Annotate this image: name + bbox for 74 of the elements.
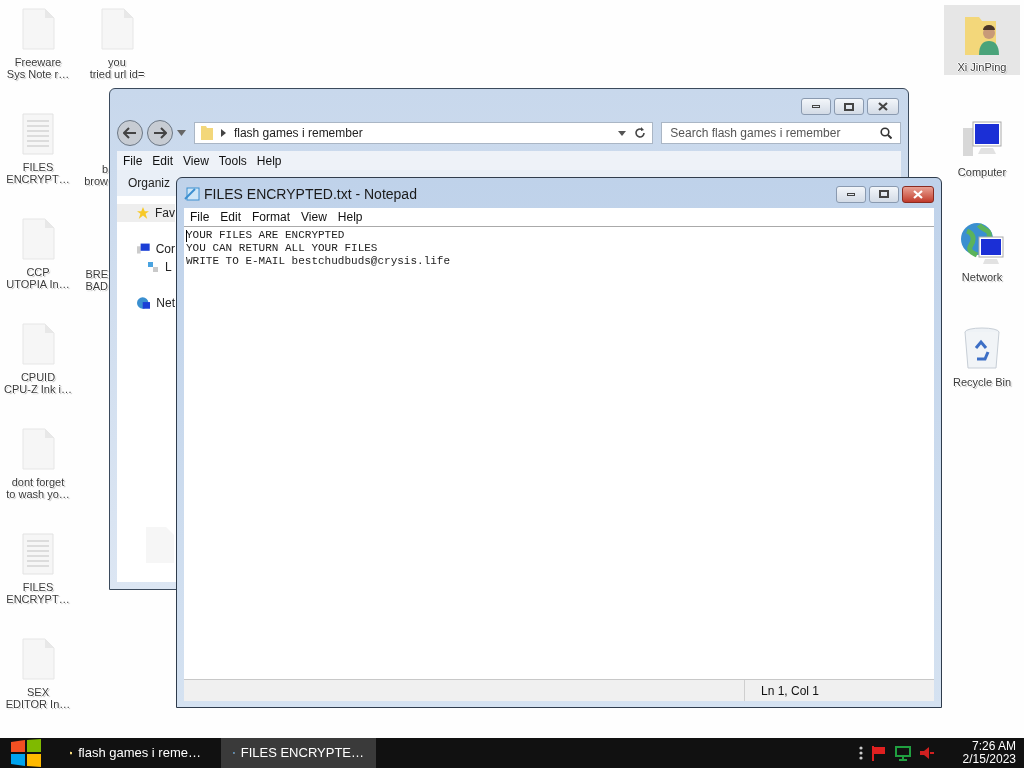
menu-item[interactable]: View (298, 208, 330, 226)
menu-item[interactable]: Tools (215, 151, 250, 170)
address-text: flash games i remember (233, 125, 364, 142)
maximize-button[interactable] (834, 98, 864, 115)
organize-text: Organiz (128, 175, 171, 192)
clock-time: 7:26 AM (971, 740, 1016, 753)
search-field[interactable]: Search flash games i remember (661, 122, 901, 144)
monitor-icon (894, 745, 911, 761)
menu-item[interactable]: Help (334, 208, 366, 226)
icon-label: FILES ENCRYPT… (6, 161, 70, 185)
menu-item[interactable]: Help (253, 151, 285, 170)
nav-item[interactable]: Net (117, 294, 175, 312)
icon-label: BRE BAD (85, 268, 108, 294)
minimize-button[interactable] (836, 185, 866, 203)
desktop-shortcut[interactable]: Recycle Bin (944, 320, 1020, 390)
icon-label: Freeware Sys Note r… (6, 56, 70, 80)
text-file-icon (21, 113, 55, 155)
desktop-shortcut[interactable]: Network (944, 215, 1020, 285)
text-area[interactable]: YOUR FILES ARE ENCRYPTED YOU CAN RETURN ALL YOUR FILES WRITE TO E-MAIL bestchudbuds@crysis.life (184, 226, 934, 679)
star-icon (137, 206, 149, 220)
nav-item[interactable]: Fav (117, 204, 175, 222)
nav-item[interactable]: L (117, 258, 175, 276)
windows-logo-icon (10, 739, 42, 767)
menu-item[interactable]: File (187, 208, 213, 226)
close-icon (878, 102, 888, 111)
cursor-position: Ln 1, Col 1 (761, 682, 820, 700)
menu-item[interactable]: View (180, 151, 212, 170)
dropdown-caret-icon (618, 130, 627, 136)
document-text: YOUR FILES ARE ENCRYPTED YOU CAN RETURN ALL YOUR FILES WRITE TO E-MAIL bestchudbuds@crysis.life (186, 229, 452, 268)
icon-label: SEX EDITOR In… (5, 686, 71, 710)
recycle-bin-icon (962, 326, 1002, 372)
breadcrumb-arrow-icon (220, 129, 226, 137)
left-arrow-icon (123, 127, 137, 139)
refresh-icon (634, 127, 647, 139)
address-bar[interactable]: flash games i remember (193, 122, 654, 144)
icon-label: b brow (84, 163, 108, 189)
desktop-shortcut[interactable]: Computer (944, 110, 1020, 180)
close-button[interactable] (867, 98, 899, 115)
close-button[interactable] (902, 185, 934, 203)
window-title: FILES ENCRYPTED.txt - Notepad (204, 184, 418, 204)
menu-item[interactable]: Edit (149, 151, 177, 170)
menu-item[interactable]: Format (249, 208, 294, 226)
nav-item[interactable]: Cor (117, 240, 175, 258)
speaker-icon (918, 746, 935, 760)
clock-date: 2/15/2023 (962, 753, 1016, 766)
desktop-shortcut[interactable]: Xi JinPing (944, 5, 1020, 75)
icon-label: FILES ENCRYPT… (6, 581, 70, 605)
network-icon (959, 221, 1005, 267)
icon-label: CCP UTOPIA In… (6, 266, 70, 290)
maximize-button[interactable] (869, 185, 899, 203)
icon-label: Xi JinPing (957, 61, 1007, 73)
search-placeholder: Search flash games i remember (670, 125, 842, 142)
network-icon (137, 296, 151, 310)
search-icon (880, 127, 892, 139)
forward-button[interactable] (146, 120, 173, 146)
text-file-icon (21, 533, 55, 575)
right-arrow-icon (152, 127, 167, 139)
back-button[interactable] (117, 120, 143, 146)
flag-icon (870, 745, 887, 761)
icon-label: Computer (957, 166, 1007, 178)
minimize-button[interactable] (801, 98, 831, 115)
drive-icon (147, 261, 159, 273)
taskbar-button[interactable]: FILES ENCRYPTE… (221, 738, 376, 768)
icon-label: dont forget to wash yo… (6, 476, 70, 500)
icon-label: Recycle Bin (952, 376, 1012, 388)
computer-icon (137, 243, 150, 255)
icon-label: Network (961, 271, 1003, 283)
overflow-dots-icon (858, 746, 863, 760)
close-icon (913, 189, 923, 199)
menu-item[interactable]: Edit (217, 208, 245, 226)
icon-label: you tried url id= (89, 56, 145, 80)
dropdown-caret-icon (176, 130, 186, 136)
icon-label: CPUID CPU-Z Ink i… (4, 371, 72, 395)
menu-item[interactable]: File (120, 151, 146, 170)
